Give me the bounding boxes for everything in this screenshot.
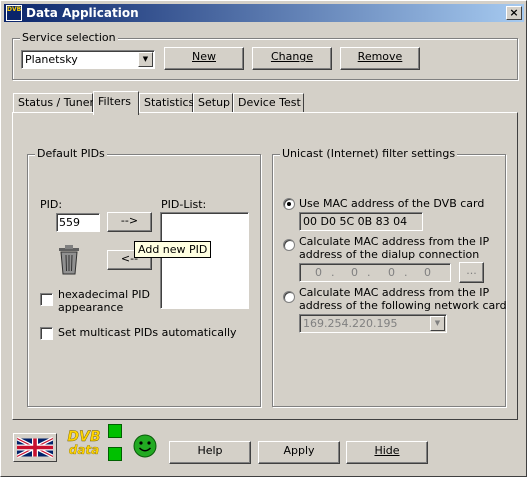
add-pid-tooltip: Add new PID [134, 241, 212, 258]
logo-bottom-text: data [68, 443, 100, 457]
new-button-label: New [192, 50, 216, 63]
multicast-label: Set multicast PIDs automatically [58, 326, 237, 339]
ip-part-3: 0 [388, 266, 395, 279]
language-flag-icon[interactable] [13, 433, 57, 462]
unicast-label: Unicast (Internet) filter settings [280, 147, 458, 160]
change-button-label: Change [270, 50, 314, 63]
chevron-down-icon[interactable]: ▼ [138, 52, 153, 67]
hex-pid-label-line2: appearance [58, 301, 124, 314]
mac-address-field: 00 D0 5C 0B 83 04 [299, 212, 423, 231]
tab-filters[interactable]: Filters [93, 91, 139, 115]
browse-button[interactable]: ... [459, 262, 484, 283]
tab-status-tuner[interactable]: Status / Tuner [13, 93, 94, 113]
pid-list[interactable] [160, 212, 249, 309]
app-icon: DVB [6, 5, 22, 21]
use-mac-label: Use MAC address of the DVB card [299, 197, 485, 210]
hex-pid-checkbox[interactable] [40, 293, 53, 306]
use-mac-radio[interactable] [283, 198, 295, 210]
network-card-combo[interactable]: 169.254.220.195 ▼ [299, 314, 447, 333]
title-bar[interactable]: DVB Data Application × [4, 4, 524, 22]
network-card-label-line1: Calculate MAC address from the IP [299, 286, 490, 299]
pid-input-value: 559 [59, 216, 80, 229]
help-button[interactable]: Help [169, 441, 251, 464]
ip-part-1: 0 [315, 266, 322, 279]
pid-label: PID: [40, 198, 63, 211]
default-pids-label: Default PIDs [35, 147, 107, 160]
ip-part-4: 0 [424, 266, 431, 279]
pid-list-label: PID-List: [161, 198, 207, 211]
hex-pid-label-line1: hexadecimal PID [58, 288, 151, 301]
multicast-checkbox[interactable] [40, 327, 53, 340]
chevron-down-icon[interactable]: ▼ [430, 316, 445, 331]
trash-icon[interactable] [56, 244, 82, 276]
tab-setup[interactable]: Setup [193, 93, 233, 113]
tab-device-test[interactable]: Device Test [233, 93, 304, 113]
status-led-top [108, 424, 122, 438]
status-led-bottom [108, 447, 122, 461]
window-title: Data Application [26, 6, 139, 20]
close-button[interactable]: × [506, 6, 522, 20]
remove-button-label: Remove [357, 50, 403, 63]
change-button[interactable]: Change [252, 47, 332, 70]
smiley-icon [133, 434, 157, 458]
ip-address-field: 0 . 0 . 0 . 0 [299, 263, 451, 282]
dvb-data-logo: DVB data [66, 430, 102, 460]
network-card-value: 169.254.220.195 [303, 317, 398, 330]
add-pid-button[interactable]: --> [107, 212, 152, 232]
dialup-label-line1: Calculate MAC address from the IP [299, 235, 490, 248]
service-combo-value: Planetsky [25, 53, 78, 66]
mac-address-value: 00 D0 5C 0B 83 04 [303, 215, 408, 228]
pid-input[interactable]: 559 [56, 213, 100, 232]
main-window: DVB Data Application × Service selection… [0, 0, 527, 477]
ip-part-2: 0 [351, 266, 358, 279]
remove-button[interactable]: Remove [340, 47, 420, 70]
network-card-radio[interactable] [283, 291, 295, 303]
tab-statistics[interactable]: Statistics [139, 93, 194, 113]
hide-button[interactable]: Hide [346, 441, 428, 464]
hide-button-label: Hide [374, 444, 400, 457]
service-combo[interactable]: Planetsky ▼ [21, 50, 155, 69]
service-selection-label: Service selection [20, 31, 118, 44]
dialup-radio[interactable] [283, 239, 295, 251]
apply-button[interactable]: Apply [258, 441, 340, 464]
logo-top-text: DVB [67, 429, 101, 445]
new-button[interactable]: New [164, 47, 244, 70]
network-card-label-line2: address of the following network card [299, 299, 507, 312]
dialup-label-line2: address of the dialup connection [299, 248, 480, 261]
